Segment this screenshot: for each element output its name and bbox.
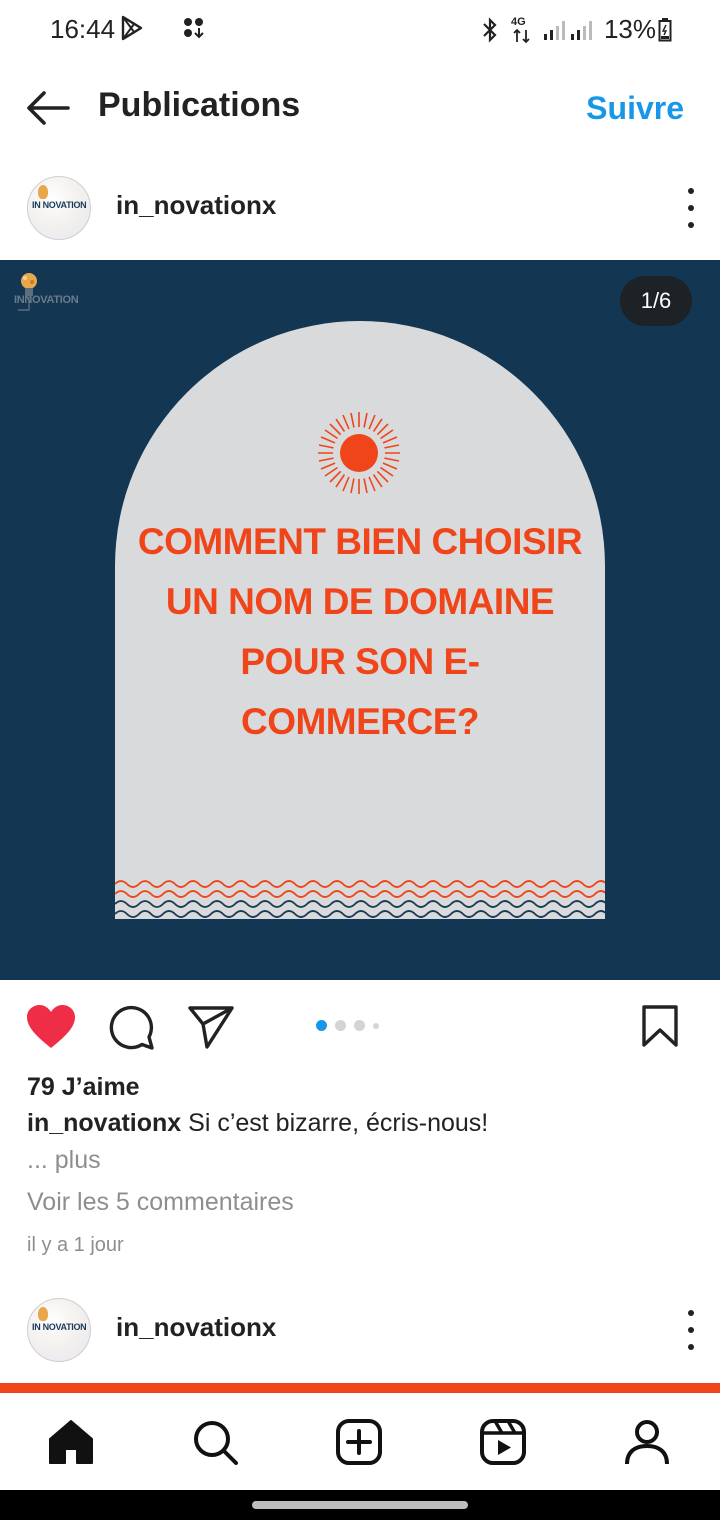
brand-watermark: INNOVATION bbox=[14, 294, 79, 306]
battery-icon bbox=[658, 17, 672, 42]
avatar[interactable]: IN NOVATION bbox=[27, 1298, 91, 1362]
post-username[interactable]: in_novationx bbox=[116, 190, 276, 221]
create-icon bbox=[336, 1419, 382, 1465]
back-button[interactable] bbox=[22, 86, 74, 130]
carousel-dot bbox=[335, 1020, 346, 1031]
next-post-image[interactable] bbox=[0, 1383, 720, 1393]
caption-username[interactable]: in_novationx bbox=[27, 1109, 181, 1137]
likes-count[interactable]: 79 J’aime bbox=[27, 1073, 140, 1102]
post-header: IN NOVATION in_novationx bbox=[0, 170, 720, 250]
follow-button[interactable]: Suivre bbox=[586, 90, 684, 127]
dot-icon bbox=[688, 205, 694, 211]
like-button[interactable] bbox=[26, 1004, 76, 1055]
caption: in_novationx Si c’est bizarre, écris-nou… bbox=[27, 1109, 488, 1138]
tab-profile[interactable] bbox=[622, 1417, 672, 1467]
lightbulb-icon bbox=[38, 185, 48, 199]
sun-icon bbox=[318, 412, 400, 494]
arrow-left-icon bbox=[27, 91, 70, 125]
comment-icon bbox=[109, 1005, 154, 1050]
dot-icon bbox=[688, 188, 694, 194]
share-button[interactable] bbox=[187, 1004, 235, 1055]
caption-text: Si c’est bizarre, écris-nous! bbox=[188, 1109, 489, 1137]
notification-dots-icon bbox=[182, 16, 206, 45]
carousel-indicator bbox=[316, 1020, 379, 1031]
post-timestamp: il y a 1 jour bbox=[27, 1234, 124, 1256]
system-gesture-bar bbox=[0, 1490, 720, 1520]
comment-button[interactable] bbox=[108, 1004, 156, 1057]
send-icon bbox=[188, 1006, 234, 1049]
bottom-nav bbox=[0, 1393, 720, 1490]
lightbulb-icon bbox=[18, 273, 37, 311]
heart-icon bbox=[27, 1005, 75, 1048]
tab-create[interactable] bbox=[334, 1417, 384, 1467]
carousel-dot bbox=[316, 1020, 327, 1031]
tab-home[interactable] bbox=[46, 1417, 96, 1467]
save-button[interactable] bbox=[640, 1004, 680, 1053]
profile-icon bbox=[625, 1420, 669, 1465]
next-post-header: IN NOVATION in_novationx bbox=[0, 1292, 720, 1372]
home-gesture-handle[interactable] bbox=[252, 1501, 468, 1509]
view-comments-link[interactable]: Voir les 5 commentaires bbox=[27, 1188, 294, 1217]
more-options-button[interactable] bbox=[680, 1310, 702, 1350]
dot-icon bbox=[688, 222, 694, 228]
bluetooth-icon bbox=[480, 16, 500, 43]
top-bar: Publications Suivre bbox=[0, 70, 720, 150]
home-icon bbox=[49, 1420, 93, 1464]
status-time: 16:44 bbox=[50, 14, 116, 44]
play-store-icon bbox=[120, 15, 144, 46]
dot-icon bbox=[688, 1327, 694, 1333]
bookmark-icon bbox=[642, 1005, 678, 1047]
carousel-counter: 1/6 bbox=[620, 276, 692, 326]
page-title: Publications bbox=[98, 86, 301, 124]
tab-search[interactable] bbox=[190, 1417, 240, 1467]
carousel-dot bbox=[373, 1022, 379, 1029]
avatar-logo-text: IN NOVATION bbox=[32, 1322, 87, 1332]
network-4g-icon: 4G bbox=[510, 16, 534, 44]
carousel-dot bbox=[354, 1020, 365, 1031]
search-icon bbox=[194, 1421, 238, 1465]
tab-reels[interactable] bbox=[478, 1417, 528, 1467]
battery-percent: 13% bbox=[603, 14, 656, 44]
reels-icon bbox=[480, 1419, 526, 1465]
more-link[interactable]: ... plus bbox=[27, 1146, 101, 1175]
dot-icon bbox=[688, 1310, 694, 1316]
post-username[interactable]: in_novationx bbox=[116, 1312, 276, 1343]
lightbulb-icon bbox=[38, 1307, 48, 1321]
avatar[interactable]: IN NOVATION bbox=[27, 176, 91, 240]
avatar-logo-text: IN NOVATION bbox=[32, 200, 87, 210]
signal-icon bbox=[543, 18, 594, 42]
dot-icon bbox=[688, 1344, 694, 1350]
waves-decoration bbox=[115, 880, 605, 918]
more-options-button[interactable] bbox=[680, 188, 702, 228]
post-headline: COMMENT BIEN CHOISIR UN NOM DE DOMAINE P… bbox=[137, 521, 583, 742]
status-bar: 16:44 4G 13% bbox=[0, 0, 720, 60]
